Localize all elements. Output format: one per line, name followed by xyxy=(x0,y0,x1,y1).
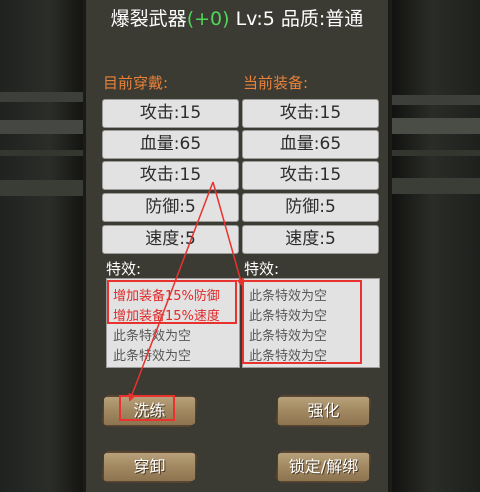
highlight-equipped-effects xyxy=(242,280,362,364)
annotation-arrow-to-effects xyxy=(212,181,245,287)
highlight-reroll-button xyxy=(119,395,175,421)
highlight-current-effects xyxy=(107,280,237,324)
annotation-overlay xyxy=(107,181,362,421)
annotation-arrow-to-reroll xyxy=(128,181,214,402)
